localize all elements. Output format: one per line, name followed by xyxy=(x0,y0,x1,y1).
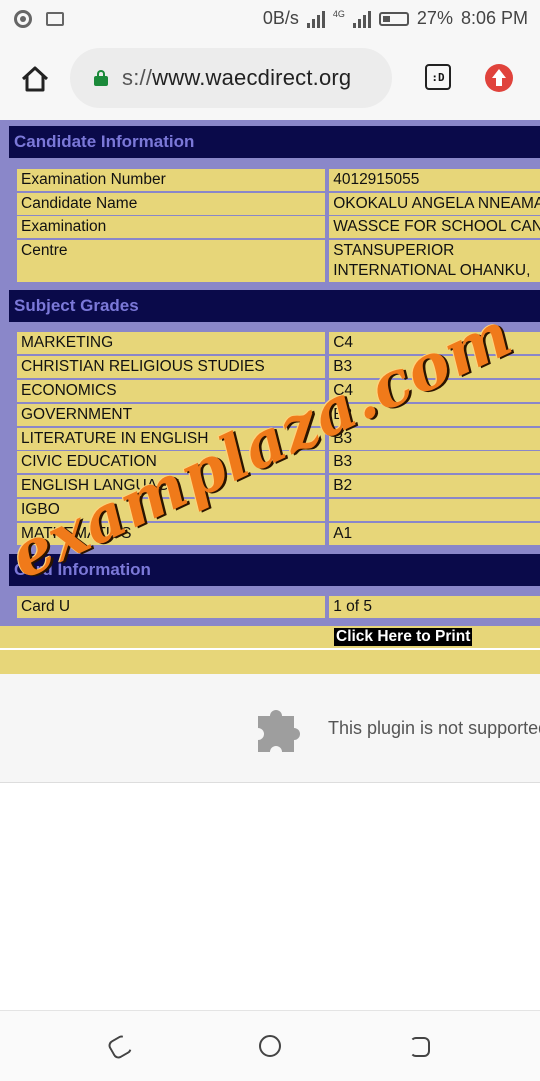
row-value: 1 of 5 xyxy=(329,596,540,618)
network-speed: 0B/s xyxy=(262,8,299,28)
subject-grade: A1 xyxy=(329,523,540,545)
update-icon[interactable] xyxy=(485,64,513,92)
address-bar[interactable]: s://www.waecdirect.org xyxy=(70,48,392,108)
chrome-icon xyxy=(14,10,32,28)
clock: 8:06 PM xyxy=(460,8,528,28)
print-link[interactable]: Click Here to Print xyxy=(334,628,473,646)
recents-icon[interactable] xyxy=(106,1033,134,1061)
row-label: Centre xyxy=(17,240,326,282)
row-label: Candidate Name xyxy=(17,193,326,215)
browser-toolbar: s://www.waecdirect.org :D xyxy=(0,38,540,120)
table-row: Examination WASSCE FOR SCHOOL CANDIDATES xyxy=(9,216,540,238)
puzzle-piece-icon xyxy=(258,710,300,752)
url-text[interactable]: s://www.waecdirect.org xyxy=(122,65,351,91)
row-label: Examination xyxy=(17,216,326,238)
row-label: Card U xyxy=(17,596,326,618)
system-nav-bar xyxy=(0,1010,540,1081)
signal-icon-2 xyxy=(352,10,371,28)
network-type: 4G xyxy=(332,8,345,19)
candidate-info-header: Candidate Information xyxy=(9,126,540,158)
lock-icon xyxy=(94,70,108,86)
cast-icon xyxy=(46,12,64,26)
subject-grade: B3 xyxy=(329,451,540,473)
home-button-icon[interactable] xyxy=(259,1035,281,1057)
signal-icon xyxy=(306,10,325,28)
row-value: WASSCE FOR SCHOOL CANDIDATES xyxy=(329,216,540,238)
row-value: STANSUPERIOR INTERNATIONAL OHANKU, ABA xyxy=(329,240,540,282)
table-row: Card U 1 of 5 xyxy=(9,596,540,618)
row-value: 4012915055 xyxy=(329,169,540,191)
home-icon[interactable] xyxy=(20,64,50,94)
tab-switcher-icon[interactable]: :D xyxy=(425,64,451,90)
battery-icon xyxy=(378,11,409,26)
subject-name: CHRISTIAN RELIGIOUS STUDIES xyxy=(17,356,326,378)
subject-grade: B2 xyxy=(329,475,540,497)
table-row: Centre STANSUPERIOR INTERNATIONAL OHANKU… xyxy=(9,240,540,282)
status-bar: 0B/s 4G 27% 8:06 PM xyxy=(0,0,540,38)
subject-grade xyxy=(329,499,540,521)
footer-band xyxy=(0,650,540,674)
row-label: Examination Number xyxy=(17,169,326,191)
row-value: OKOKALU ANGELA NNEAMAKA xyxy=(329,193,540,215)
plugin-message: This plugin is not supported xyxy=(328,718,540,738)
table-row: Examination Number 4012915055 xyxy=(9,169,540,191)
plugin-placeholder: This plugin is not supported xyxy=(0,674,540,783)
subject-name: MARKETING xyxy=(17,332,326,354)
back-icon[interactable] xyxy=(410,1037,430,1057)
battery-level: 27% xyxy=(416,8,453,28)
table-row: Candidate Name OKOKALU ANGELA NNEAMAKA xyxy=(9,193,540,215)
